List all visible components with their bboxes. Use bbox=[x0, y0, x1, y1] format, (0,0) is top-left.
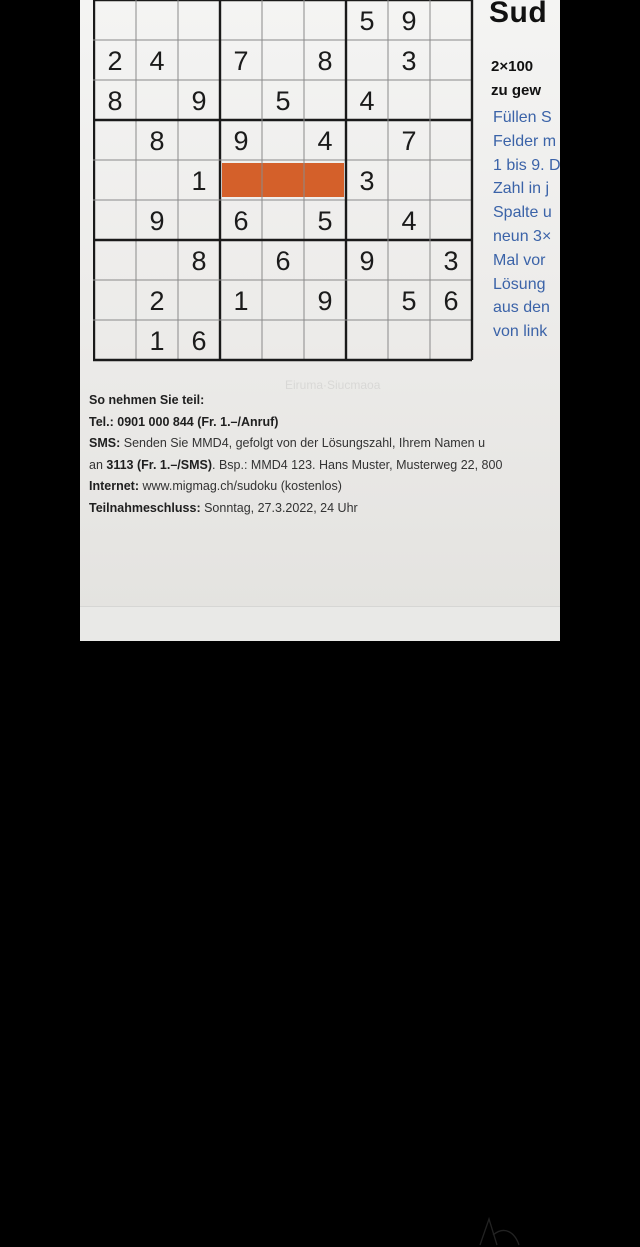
instructions-line: Lösung bbox=[493, 275, 546, 293]
sudoku-clue: 9 bbox=[401, 5, 417, 36]
sudoku-clue: 6 bbox=[191, 325, 207, 356]
instructions-text: Füllen S Felder m 1 bis 9. D Zahl in j S… bbox=[493, 106, 560, 344]
sudoku-clue: 9 bbox=[191, 85, 207, 116]
info-internet: Internet: www.migmag.ch/sudoku (kostenlo… bbox=[89, 479, 342, 493]
sudoku-clue: 8 bbox=[191, 245, 207, 276]
sudoku-clue: 2 bbox=[149, 285, 165, 316]
sudoku-clue: 8 bbox=[107, 85, 123, 116]
sudoku-clue: 9 bbox=[233, 125, 249, 156]
sudoku-clue: 4 bbox=[149, 45, 165, 76]
puzzle-subtitle: 2×100 zu gew bbox=[491, 55, 541, 103]
info-deadline: Teilnahmeschluss: Sonntag, 27.3.2022, 24… bbox=[89, 500, 358, 515]
subtitle-line: 2×100 bbox=[491, 58, 534, 75]
participation-info: So nehmen Sie teil: Tel.: 0901 000 844 (… bbox=[89, 390, 502, 519]
pen-scribble bbox=[479, 1216, 520, 1246]
sudoku-clue: 7 bbox=[401, 125, 417, 156]
sudoku-clue: 4 bbox=[317, 125, 333, 156]
sudoku-clue: 9 bbox=[359, 245, 375, 276]
instructions-line: Zahl in j bbox=[493, 180, 550, 198]
sudoku-clue: 5 bbox=[317, 205, 333, 236]
instructions-line: Mal vor bbox=[493, 251, 546, 269]
sudoku-clue: 6 bbox=[275, 245, 291, 276]
subtitle-line: zu gew bbox=[491, 82, 542, 99]
instructions-line: neun 3× bbox=[493, 227, 552, 245]
sudoku-clue: 4 bbox=[401, 205, 417, 236]
instructions-line: von link bbox=[493, 323, 548, 341]
instructions-line: aus den bbox=[493, 299, 550, 317]
sudoku-clue: 3 bbox=[401, 45, 417, 76]
sudoku-clue: 2 bbox=[107, 45, 123, 76]
sudoku-clue: 1 bbox=[191, 165, 207, 196]
sudoku-clue: 6 bbox=[233, 205, 249, 236]
sudoku-clue: 7 bbox=[233, 45, 249, 76]
puzzle-title: Sud bbox=[489, 0, 548, 29]
sudoku-clue: 5 bbox=[359, 5, 375, 36]
sudoku-clue: 9 bbox=[317, 285, 333, 316]
sudoku-clue: 6 bbox=[443, 285, 459, 316]
instructions-line: Felder m bbox=[493, 132, 557, 150]
newspaper-page: 59247838954894713965486932195616 Eiruma·… bbox=[80, 0, 560, 610]
instructions-line: Füllen S bbox=[493, 109, 552, 126]
sudoku-clue: 4 bbox=[359, 85, 375, 116]
info-sms-line2: an 3113 (Fr. 1.–/SMS). Bsp.: MMD4 123. H… bbox=[89, 457, 503, 472]
sudoku-grid: 59247838954894713965486932195616 bbox=[93, 0, 474, 364]
sudoku-clue: 5 bbox=[275, 85, 291, 116]
highlight-band bbox=[222, 163, 344, 197]
instructions-line: 1 bis 9. D bbox=[493, 156, 560, 174]
sudoku-clue: 1 bbox=[149, 325, 165, 356]
sudoku-clue: 9 bbox=[149, 205, 165, 236]
sudoku-clue: 8 bbox=[149, 125, 165, 156]
info-heading: So nehmen Sie teil: bbox=[89, 393, 205, 407]
sudoku-clue: 1 bbox=[233, 285, 249, 316]
sudoku-clue: 3 bbox=[443, 245, 459, 276]
instructions-line: Spalte u bbox=[493, 204, 552, 222]
info-tel: Tel.: 0901 000 844 (Fr. 1.–/Anruf) bbox=[89, 414, 279, 429]
sudoku-clue: 5 bbox=[401, 285, 417, 316]
sudoku-clue: 8 bbox=[317, 45, 333, 76]
sudoku-clue: 3 bbox=[359, 165, 375, 196]
page-below bbox=[80, 606, 560, 1246]
info-sms: SMS: Senden Sie MMD4, gefolgt von der Lö… bbox=[89, 436, 486, 450]
